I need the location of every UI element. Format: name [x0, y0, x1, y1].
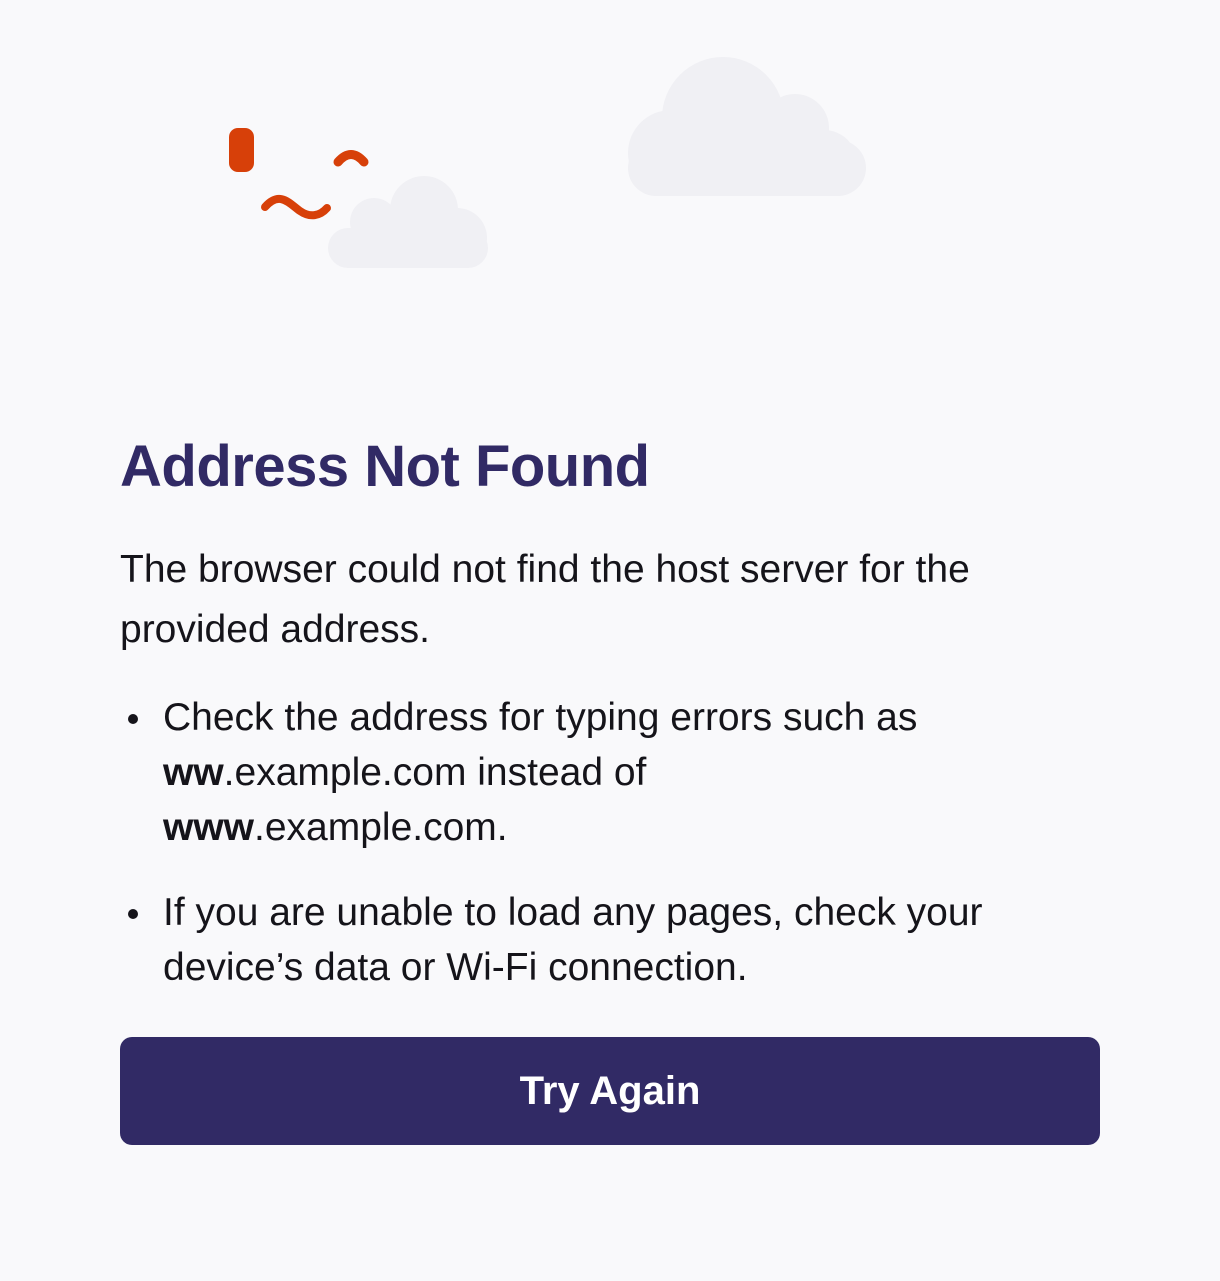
- tip-text: If you are unable to load any pages, che…: [163, 891, 983, 989]
- tips-list: Check the address for typing errors such…: [120, 690, 1100, 995]
- error-page: Address Not Found The browser could not …: [0, 0, 1220, 1281]
- good-address-suffix: .example.com.: [254, 806, 508, 849]
- bad-address-prefix: ww: [163, 751, 224, 794]
- cloud-icon-large: [628, 57, 866, 196]
- tip-connection: If you are unable to load any pages, che…: [128, 885, 1100, 995]
- error-description: The browser could not find the host serv…: [120, 548, 970, 651]
- tip-typing-errors: Check the address for typing errors such…: [128, 690, 1100, 855]
- try-again-button[interactable]: Try Again: [120, 1037, 1100, 1145]
- page-title: Address Not Found: [120, 434, 650, 499]
- cloud-icon-small: [328, 176, 488, 268]
- good-address-prefix: www: [163, 806, 255, 849]
- confused-face-icon: [229, 128, 369, 220]
- lost-connection-illustration: [229, 57, 866, 268]
- tip-text: Check the address for typing errors such…: [163, 696, 918, 739]
- error-content: Address Not Found The browser could not …: [120, 432, 1100, 1025]
- bad-address-suffix: .example.com instead of: [223, 751, 647, 794]
